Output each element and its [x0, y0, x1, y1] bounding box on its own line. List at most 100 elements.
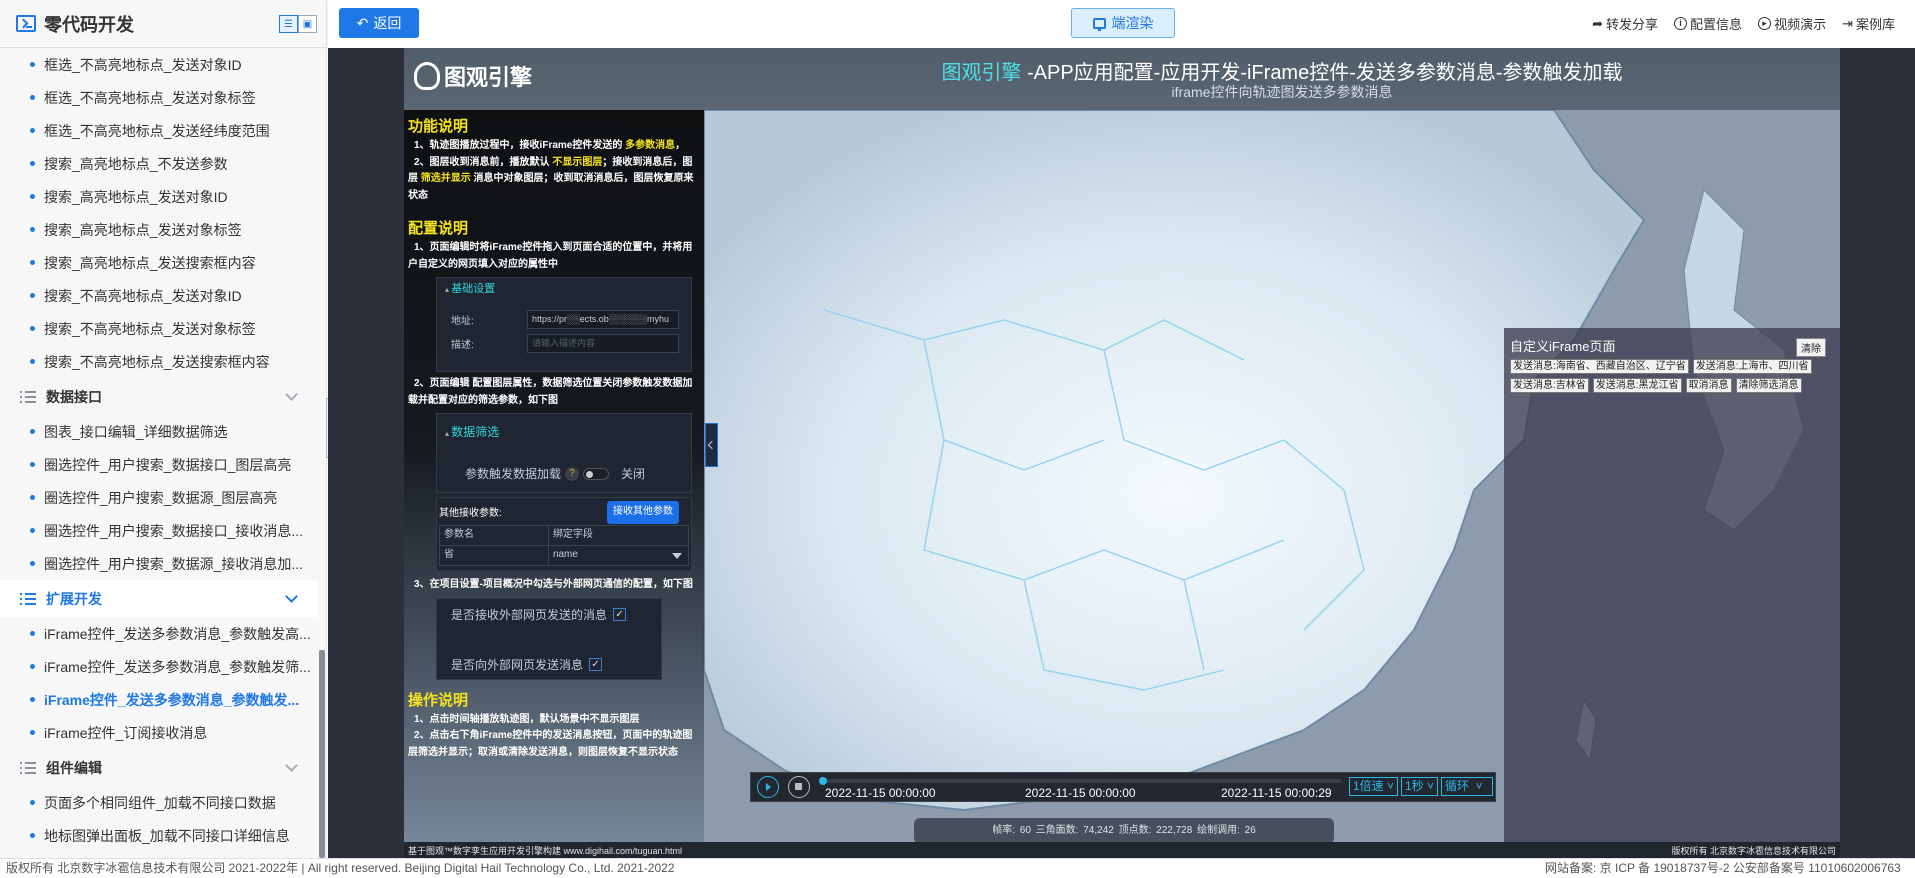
play-circle-icon: ▸: [1758, 17, 1772, 30]
sidebar-item[interactable]: 圈选控件_用户搜索_数据接口_图层高亮: [0, 448, 318, 481]
sidebar-item[interactable]: 框选_不高亮地标点_发送经纬度范围: [0, 114, 318, 147]
scene-viewport[interactable]: 图观引擎 图观引擎 -APP应用配置-应用开发-iFrame控件-发送多参数消息…: [404, 48, 1840, 858]
bullet-icon: [30, 194, 35, 199]
sidebar-item[interactable]: iFrame控件_发送多参数消息_参数触发...: [0, 683, 318, 716]
interval-select[interactable]: 1秒 ˅: [1401, 777, 1439, 796]
param-name-cell: 省: [439, 545, 549, 566]
sidebar-list: 框选_不高亮地标点_发送对象ID 框选_不高亮地标点_发送对象标签框选_不高亮地标…: [0, 48, 318, 852]
case-library-button[interactable]: ⇥ 案例库: [1842, 14, 1895, 33]
sidebar-group-label: 组件编辑: [46, 759, 102, 776]
bullet-icon: [30, 631, 35, 636]
sidebar-item-label: 框选_不高亮地标点_发送对象ID: [44, 56, 242, 73]
bullet-icon: [30, 561, 35, 566]
back-button[interactable]: ↶ 返回: [339, 8, 419, 38]
clear-filter-message-button[interactable]: 清除筛选消息: [1735, 378, 1802, 393]
basic-settings-heading: 基础设置: [437, 278, 691, 302]
render-button[interactable]: 端渲染: [1071, 8, 1175, 38]
sidebar-item[interactable]: 搜索_高亮地标点_发送搜索框内容: [0, 246, 318, 279]
sidebar-item[interactable]: 地标图弹出面板_加载不同接口详细信息: [0, 819, 318, 852]
sidebar-item[interactable]: 搜索_高亮地标点_不发送参数: [0, 147, 318, 180]
receive-message-option: 是否接收外部网页发送的消息 ✓: [451, 607, 627, 624]
sidebar-item[interactable]: iFrame控件_订阅接收消息: [0, 716, 318, 749]
checkbox-checked-icon: ✓: [613, 608, 627, 622]
sidebar-item[interactable]: 圈选控件_用户搜索_数据源_图层高亮: [0, 481, 318, 514]
sidebar-item[interactable]: 页面多个相同组件_加载不同接口数据: [0, 786, 318, 819]
send-message-button[interactable]: 发送消息:上海市、四川省: [1692, 359, 1812, 374]
bullet-icon: [30, 161, 35, 166]
highlight: 筛选并显示: [420, 173, 471, 184]
config-info-button[interactable]: i 配置信息: [1674, 14, 1742, 33]
description-label: 描述:: [451, 340, 474, 351]
sidebar-group[interactable]: 组件编辑: [0, 749, 318, 786]
clear-button[interactable]: 清除: [1796, 338, 1826, 357]
sidebar-item[interactable]: 圈选控件_用户搜索_数据源_接收消息加...: [0, 547, 318, 580]
timeline-start: 2022-11-15 00:00:00: [825, 786, 936, 800]
send-message-option: 是否向外部网页发送消息 ✓: [451, 657, 603, 674]
sidebar-item-label: iFrame控件_发送多参数消息_参数触发筛...: [44, 658, 311, 675]
mode-select[interactable]: 循环 ˅: [1441, 777, 1493, 796]
send-message-button[interactable]: 发送消息:吉林省: [1510, 378, 1589, 393]
scene-footer-right: 版权所有 北京数字冰雹信息技术有限公司: [1671, 846, 1836, 856]
speed-select[interactable]: 1倍速 ˅: [1349, 777, 1399, 796]
cancel-message-button[interactable]: 取消消息: [1685, 378, 1732, 393]
sidebar-group-label: 数据接口: [46, 388, 102, 405]
sidebar-item[interactable]: 搜索_不高亮地标点_发送对象标签: [0, 312, 318, 345]
sidebar-item[interactable]: 搜索_高亮地标点_发送对象ID: [0, 180, 318, 213]
scene-title-highlight: 图观引擎: [941, 62, 1022, 84]
list-view-icon[interactable]: ☰: [279, 15, 298, 33]
sidebar-item[interactable]: 框选_不高亮地标点_发送对象ID: [0, 48, 318, 81]
bullet-icon: [30, 260, 35, 265]
video-demo-button[interactable]: ▸ 视频演示: [1758, 14, 1826, 33]
timeline-track[interactable]: [821, 779, 1341, 783]
sidebar-group[interactable]: 扩展开发: [0, 580, 318, 617]
timeline-knob[interactable]: [819, 777, 827, 785]
sidebar-item-label: iFrame控件_发送多参数消息_参数触发高...: [44, 625, 311, 642]
sidebar-scrollbar[interactable]: [319, 650, 325, 858]
sidebar-group[interactable]: 数据接口: [0, 378, 318, 415]
config-step-3: 3、在项目设置-项目概况中勾选与外部网页通信的配置，如下图: [414, 579, 693, 590]
sidebar-item[interactable]: 图表_接口编辑_详细数据筛选: [0, 415, 318, 448]
send-message-button[interactable]: 发送消息:海南省、西藏自治区、辽宁省: [1510, 359, 1689, 374]
info-panel: 功能说明 1、轨迹图播放过程中，接收iFrame控件发送的 多参数消息， 2、图…: [404, 110, 704, 858]
sidebar-item[interactable]: iFrame控件_发送多参数消息_参数触发筛...: [0, 650, 318, 683]
operation-heading: 操作说明: [408, 691, 469, 709]
play-button[interactable]: [757, 776, 779, 798]
sidebar-item-label: iFrame控件_发送多参数消息_参数触发...: [44, 691, 300, 708]
bullet-icon: [30, 697, 35, 702]
sidebar-item-label: 搜索_高亮地标点_发送对象标签: [44, 221, 242, 238]
sidebar-item[interactable]: 搜索_不高亮地标点_发送对象ID: [0, 279, 318, 312]
receive-other-params-button: 接收其他参数: [607, 501, 679, 524]
sidebar-item-label: 框选_不高亮地标点_发送经纬度范围: [44, 122, 270, 139]
sidebar-item-label: 地标图弹出面板_加载不同接口详细信息: [44, 827, 290, 844]
sidebar-item[interactable]: 搜索_不高亮地标点_发送搜索框内容: [0, 345, 318, 378]
interval-value: 1秒: [1405, 779, 1424, 793]
info-panel-toggle[interactable]: [705, 423, 718, 467]
help-icon: ?: [565, 467, 580, 482]
param-trigger-toggle: [583, 468, 610, 481]
config-step-2: 2、页面编辑 配置图层属性，数据筛选位置关闭参数触发数据加载并配置对应的筛选参数…: [408, 378, 693, 406]
scene-subtitle: iframe控件向轨迹图发送多参数消息: [1171, 84, 1393, 100]
sidebar-item-label: iFrame控件_订阅接收消息: [44, 724, 208, 741]
render-label: 端渲染: [1111, 15, 1154, 31]
bullet-icon: [30, 730, 35, 735]
card-view-icon[interactable]: ▣: [298, 15, 317, 33]
send-message-button[interactable]: 发送消息:黑龙江省: [1592, 378, 1682, 393]
share-button[interactable]: ➦ 转发分享: [1592, 14, 1658, 33]
basic-settings-screenshot: 基础设置 地址: https://pr░░ects.ob░░░░░░myhu 描…: [436, 277, 692, 372]
stop-button[interactable]: [788, 776, 810, 798]
sidebar-item[interactable]: iFrame控件_发送多参数消息_参数触发高...: [0, 617, 318, 650]
sidebar-item[interactable]: 框选_不高亮地标点_发送对象标签: [0, 81, 318, 114]
bullet-icon: [30, 528, 35, 533]
page-footer: 版权所有 北京数字冰雹信息技术有限公司 2021-2022年 | All rig…: [0, 858, 1915, 878]
bullet-icon: [30, 429, 35, 434]
param-trigger-state: 关闭: [621, 467, 646, 481]
sidebar-item[interactable]: 搜索_高亮地标点_发送对象标签: [0, 213, 318, 246]
other-params-label: 其他接收参数:: [439, 508, 502, 519]
function-heading: 功能说明: [408, 118, 469, 135]
bullet-icon: [30, 128, 35, 133]
video-demo-label: 视频演示: [1774, 17, 1827, 32]
sidebar-item[interactable]: 圈选控件_用户搜索_数据接口_接收消息...: [0, 514, 318, 547]
checkbox-checked-icon: ✓: [589, 658, 603, 672]
scene-footer-left: 基于图观™数字孪生应用开发引擎构建 www.digihail.com/tugua…: [408, 846, 683, 856]
bullet-icon: [30, 62, 35, 67]
